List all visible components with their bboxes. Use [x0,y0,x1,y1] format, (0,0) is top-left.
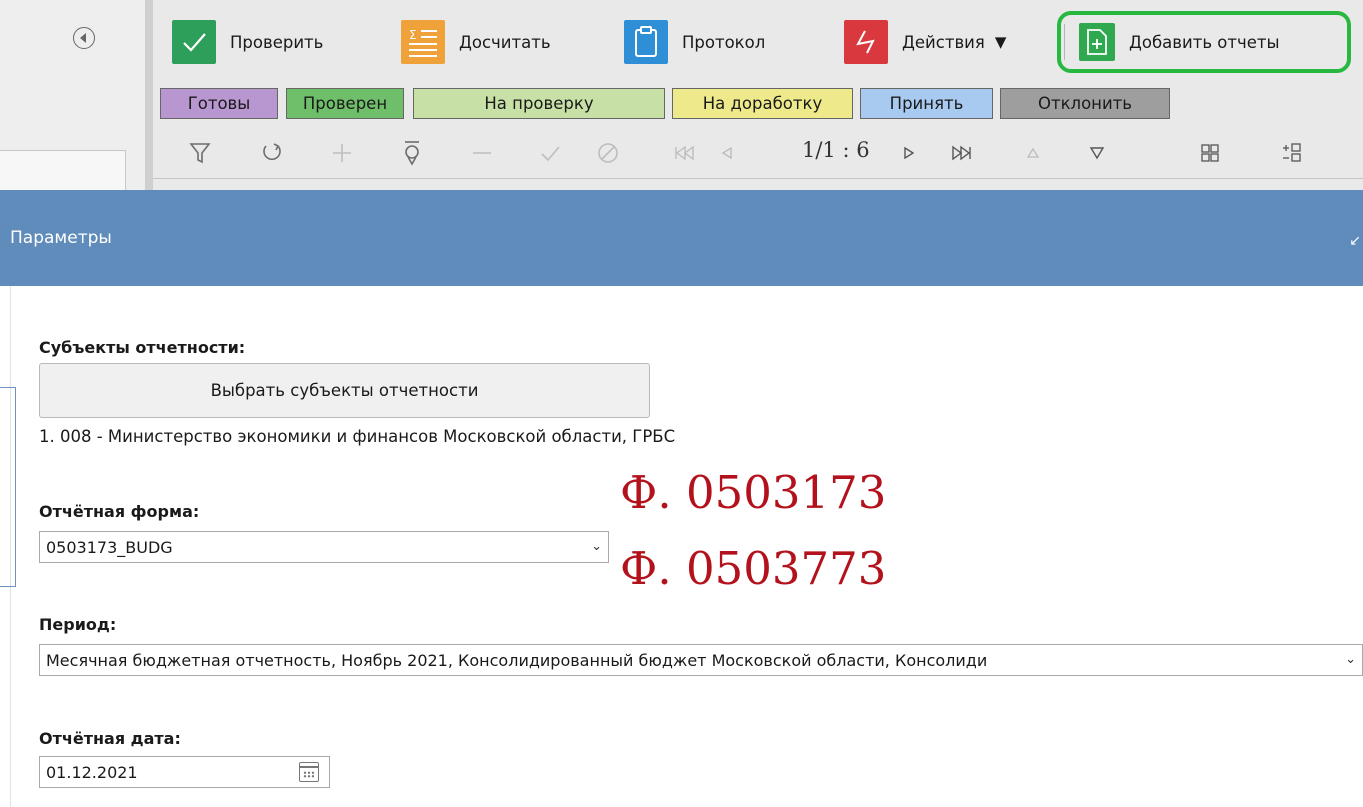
svg-text:Σ: Σ [409,28,417,42]
chevron-down-icon: ⌄ [591,538,602,554]
filter-icon[interactable] [180,130,220,176]
down-icon[interactable] [1082,130,1112,176]
expand-icon[interactable] [1272,130,1312,176]
status-to-check-button[interactable]: На проверку [413,88,665,119]
form-select-value: 0503173_BUDG [46,537,173,557]
actions-menu-label: Действия [902,32,985,52]
period-label: Период: [39,615,117,634]
status-bar: Готовы Проверен На проверку На доработку… [0,88,1363,119]
status-checked-button[interactable]: Проверен [286,88,404,119]
pager-counter: 1/1 : 6 [802,138,870,162]
check-button[interactable]: Проверить [172,20,323,64]
protocol-button-label: Протокол [682,32,766,52]
calendar-icon[interactable] [299,762,319,782]
date-label: Отчётная дата: [39,729,181,748]
check-button-label: Проверить [230,32,324,52]
form-label: Отчётная форма: [39,502,200,521]
entities-label: Субъекты отчетности: [39,338,246,357]
grid-icon[interactable] [1190,130,1230,176]
filter-clear-icon[interactable] [392,130,432,176]
sigma-list-icon: Σ [401,20,445,64]
form-annotation-1: Ф. 0503173 [620,466,887,519]
collapse-icon[interactable]: ↙ [1349,233,1361,249]
last-page-icon[interactable] [942,130,982,176]
refresh-icon[interactable] [252,130,292,176]
confirm-icon[interactable] [530,130,570,176]
chevron-down-icon: ▼ [994,33,1007,51]
first-page-icon[interactable] [664,130,704,176]
callout-box [0,387,16,587]
period-select[interactable]: Месячная бюджетная отчетность, Ноябрь 20… [39,644,1363,676]
form-select[interactable]: 0503173_BUDG ⌄ [39,531,609,563]
form-annotation-2: Ф. 0503773 [620,542,887,595]
date-input[interactable]: 01.12.2021 [39,756,330,788]
cancel-icon[interactable] [588,130,628,176]
up-icon[interactable] [1018,130,1048,176]
date-input-value: 01.12.2021 [46,762,138,782]
status-accept-button[interactable]: Принять [860,88,993,119]
back-arrow-icon[interactable] [73,27,95,49]
add-icon[interactable] [322,130,362,176]
status-rework-button[interactable]: На доработку [672,88,853,119]
check-icon [172,20,216,64]
record-navigation [160,130,1363,176]
clipboard-icon [624,20,668,64]
prev-page-icon[interactable] [712,130,742,176]
dialog-title: Параметры [10,228,112,248]
choose-entities-button[interactable]: Выбрать субъекты отчетности [39,363,650,418]
entity-list-item: 1. 008 - Министерство экономики и финанс… [39,427,676,446]
status-ready-button[interactable]: Готовы [160,88,278,119]
add-reports-highlight [1057,11,1351,73]
left-panel-box [0,150,126,190]
next-page-icon[interactable] [894,130,924,176]
period-select-value: Месячная бюджетная отчетность, Ноябрь 20… [46,650,988,670]
calculate-button-label: Досчитать [459,32,551,52]
protocol-button[interactable]: Протокол [624,20,765,64]
dialog-header-edge [0,190,10,286]
dialog-header [10,190,1363,286]
remove-icon[interactable] [462,130,502,176]
status-reject-button[interactable]: Отклонить [1000,88,1170,119]
grid-header [153,178,1363,190]
lightning-icon [844,20,888,64]
calculate-button[interactable]: Σ Досчитать [401,20,551,64]
actions-menu-button[interactable]: Действия ▼ [844,20,1006,64]
chevron-down-icon: ⌄ [1345,651,1356,667]
